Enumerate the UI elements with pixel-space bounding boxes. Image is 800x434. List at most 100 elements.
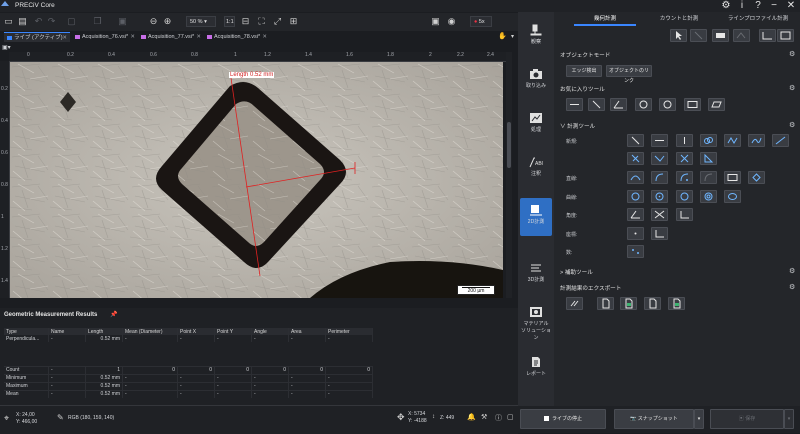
tab-line-profile[interactable]: ラインプロファイル計測 [722,14,794,24]
fav-angle-tool[interactable] [610,98,627,111]
export-clear-button[interactable] [566,297,583,310]
snapshot-options-chevron-icon[interactable]: ▾ [694,409,704,429]
measure-tools-settings-icon[interactable]: ⚙ [789,121,795,129]
tool-circle-fit[interactable] [676,190,693,203]
image-vertical-scrollbar[interactable] [506,52,512,298]
favorites-settings-icon[interactable]: ⚙ [789,84,795,92]
export-settings-icon[interactable]: ⚙ [789,283,795,291]
live-image-viewport[interactable]: Length 0.52 mm 200 µm [10,62,503,298]
tool-angle-bisector[interactable] [651,152,668,165]
tool-perpendicular[interactable] [627,152,644,165]
minimize-button[interactable]: − [767,0,781,12]
calibration-button[interactable] [759,29,776,42]
zoom-in-icon[interactable]: ⊕ [162,16,173,27]
save-button[interactable]: ▣ 保存 [710,409,784,429]
image-horizontal-scrollbar[interactable] [0,298,518,308]
sidebar-item-2d-measure[interactable]: 2D計測 [520,198,552,236]
fav-arc-tool[interactable] [635,98,652,111]
export-file-button[interactable] [644,297,661,310]
view-menu-icon[interactable]: ▣▾ [2,44,11,51]
tool-cross[interactable] [676,152,693,165]
object-link-button[interactable]: オブジェクトのリンク [606,65,652,84]
tab-count-measure[interactable]: カウントと計測 [648,14,710,24]
export-document-button[interactable] [597,297,614,310]
sidebar-item-report[interactable]: レポート [520,350,552,388]
undo-icon[interactable]: ↶ [33,16,44,27]
fav-rectangle-tool[interactable] [684,98,701,111]
fit-width-icon[interactable]: ⊟ [240,16,251,27]
notifications-icon[interactable]: 🔔 [467,413,476,421]
tool-arc-center[interactable] [676,171,693,184]
tool-zigzag[interactable] [724,134,741,147]
tool-angle-3pt[interactable] [627,208,644,221]
fav-polygon-tool[interactable] [708,98,725,111]
export-workbook-button[interactable] [668,297,685,310]
object-mode-settings-icon[interactable]: ⚙ [789,50,795,58]
move-tool-button[interactable] [690,29,707,42]
tool-diamond[interactable] [748,171,765,184]
copy-icon[interactable]: ❐ [92,16,103,27]
camera-live-icon[interactable]: ▣ [430,16,441,27]
tool-link[interactable] [700,134,717,147]
sidebar-item-3d-measure[interactable]: 3D計測 [520,256,552,294]
zoom-out-icon[interactable]: ⊖ [148,16,159,27]
open-folder-icon[interactable]: ▭ [3,16,14,27]
tab-menu-icon[interactable]: ▾ [507,32,518,42]
wrench-icon[interactable]: ⚒ [481,413,487,421]
record-icon[interactable]: ◉ [446,16,457,27]
tool-arc-disabled[interactable] [700,171,717,184]
snapshot-button[interactable]: 📷 スナップショット [614,409,694,429]
tool-caliper[interactable] [772,134,789,147]
zoom-1to1-button[interactable]: 1:1 [224,16,235,27]
sidebar-item-materials[interactable]: マテリアル ソリューション [520,300,552,346]
tool-triangle[interactable] [700,152,717,165]
tab-acquisition-77[interactable]: Acquisition_77.vsi* ✕ [138,32,204,42]
tab-acquisition-78[interactable]: Acquisition_78.vsi* ✕ [204,32,270,42]
tool-arc-3pt[interactable] [627,171,644,184]
save-options-chevron-icon[interactable]: ▾ [784,409,794,429]
status-settings-icon[interactable]: ▢ [507,413,514,421]
export-excel-button[interactable] [620,297,637,310]
tool-rect-measure[interactable] [724,171,741,184]
tool-angle-4pt[interactable] [651,208,668,221]
redo-icon[interactable]: ↷ [46,16,57,27]
sidebar-item-annotate[interactable]: ABC 注釈 [520,150,552,188]
tool-arc[interactable] [651,171,668,184]
tool-concentric[interactable] [700,190,717,203]
tool-circle-3pt[interactable] [627,190,644,203]
sidebar-item-acquire[interactable]: 取り込み [520,62,552,100]
fav-diagonal-tool[interactable] [588,98,605,111]
settings-gear-icon[interactable]: ⚙ [719,0,733,12]
tool-options-button[interactable] [712,29,729,42]
frame-rate-select[interactable]: ● 5x [470,16,492,27]
tool-line[interactable] [627,134,644,147]
layout-button[interactable] [777,29,794,42]
tool-ellipse[interactable] [724,190,741,203]
tab-geometric-measure[interactable]: 幾何計測 [574,14,636,26]
sidebar-item-observe[interactable]: 観察 [520,18,552,56]
pin-icon[interactable]: 📌 [110,311,117,318]
tool-count[interactable] [627,245,644,258]
aux-tools-settings-icon[interactable]: ⚙ [789,267,795,275]
table-row[interactable]: Perpendicula... - 0.52 mm - - - - - - [4,335,514,342]
stop-live-button[interactable]: ライブの停止 [520,409,606,429]
zoom-select[interactable]: 50 % ▾ [186,16,216,27]
tool-right-angle[interactable] [676,208,693,221]
sidebar-item-process[interactable]: 処理 [520,106,552,144]
transform-tool-button[interactable] [733,29,750,42]
tool-coordinate[interactable] [651,227,668,240]
info-circle-icon[interactable]: ⓘ [495,413,502,423]
select-tool-icon[interactable]: ▢ [66,16,77,27]
paste-icon[interactable]: ▣ [117,16,128,27]
tool-vertical[interactable] [676,134,693,147]
tool-circle-center[interactable] [651,190,668,203]
tool-wave[interactable] [748,134,765,147]
help-icon[interactable]: ? [751,0,765,12]
save-icon[interactable]: ▤ [17,16,28,27]
tab-acquisition-76[interactable]: Acquisition_76.vsi* ✕ [72,32,138,42]
info-icon[interactable]: i [735,0,749,12]
tool-point[interactable] [627,227,644,240]
grid-layout-icon[interactable]: ⊞ [288,16,299,27]
tool-horizontal[interactable] [651,134,668,147]
close-button[interactable]: ✕ [784,0,798,12]
